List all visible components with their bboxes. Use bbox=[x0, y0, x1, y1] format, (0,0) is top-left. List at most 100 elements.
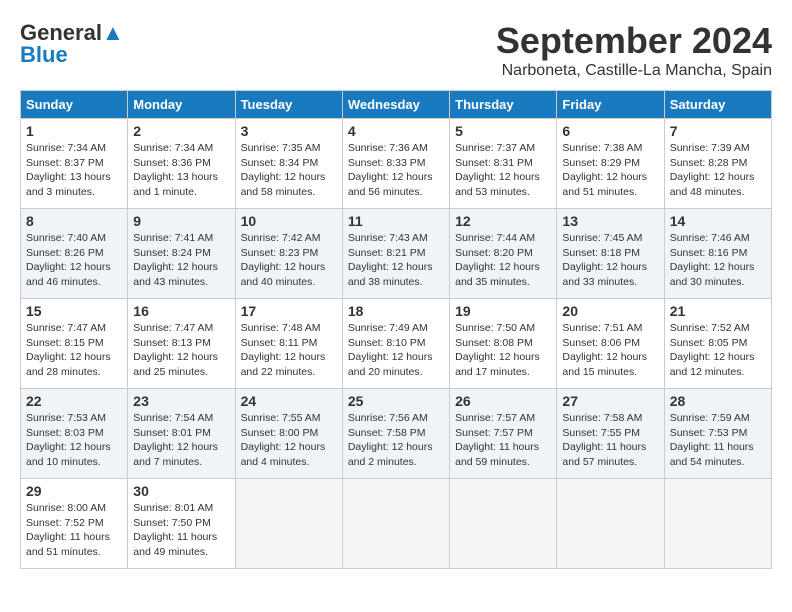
day-info: Sunrise: 7:45 AMSunset: 8:18 PMDaylight:… bbox=[562, 231, 658, 290]
day-number: 17 bbox=[241, 303, 337, 319]
weekday-header-monday: Monday bbox=[128, 91, 235, 119]
calendar-week-row: 1 Sunrise: 7:34 AMSunset: 8:37 PMDaylight… bbox=[21, 119, 772, 209]
weekday-header-sunday: Sunday bbox=[21, 91, 128, 119]
day-number: 22 bbox=[26, 393, 122, 409]
calendar-cell: 17 Sunrise: 7:48 AMSunset: 8:11 PMDayligh… bbox=[235, 299, 342, 389]
calendar-cell bbox=[557, 479, 664, 569]
day-info: Sunrise: 7:40 AMSunset: 8:26 PMDaylight:… bbox=[26, 231, 122, 290]
weekday-header-wednesday: Wednesday bbox=[342, 91, 449, 119]
day-info: Sunrise: 7:35 AMSunset: 8:34 PMDaylight:… bbox=[241, 141, 337, 200]
calendar-cell: 2Sunrise: 7:34 AMSunset: 8:36 PMDaylight… bbox=[128, 119, 235, 209]
day-info: Sunrise: 7:43 AMSunset: 8:21 PMDaylight:… bbox=[348, 231, 444, 290]
calendar-cell: 1 Sunrise: 7:34 AMSunset: 8:37 PMDaylight… bbox=[21, 119, 128, 209]
day-info: Sunrise: 7:36 AMSunset: 8:33 PMDaylight:… bbox=[348, 141, 444, 200]
calendar-cell: 19 Sunrise: 7:50 AMSunset: 8:08 PMDayligh… bbox=[450, 299, 557, 389]
calendar-cell: 28 Sunrise: 7:59 AMSunset: 7:53 PMDayligh… bbox=[664, 389, 771, 479]
day-number: 2 bbox=[133, 123, 229, 139]
day-info: Sunrise: 7:55 AMSunset: 8:00 PMDaylight:… bbox=[241, 411, 337, 470]
day-info: Sunrise: 7:58 AMSunset: 7:55 PMDaylight:… bbox=[562, 411, 658, 470]
day-info: Sunrise: 7:54 AMSunset: 8:01 PMDaylight:… bbox=[133, 411, 229, 470]
day-info: Sunrise: 7:46 AMSunset: 8:16 PMDaylight:… bbox=[670, 231, 766, 290]
calendar-cell: 18Sunrise: 7:49 AMSunset: 8:10 PMDayligh… bbox=[342, 299, 449, 389]
day-number: 21 bbox=[670, 303, 766, 319]
day-info: Sunrise: 8:00 AMSunset: 7:52 PMDaylight:… bbox=[26, 501, 122, 560]
calendar-cell: 16 Sunrise: 7:47 AMSunset: 8:13 PMDayligh… bbox=[128, 299, 235, 389]
day-info: Sunrise: 7:48 AMSunset: 8:11 PMDaylight:… bbox=[241, 321, 337, 380]
day-number: 12 bbox=[455, 213, 551, 229]
day-number: 3 bbox=[241, 123, 337, 139]
calendar-cell: 12 Sunrise: 7:44 AMSunset: 8:20 PMDayligh… bbox=[450, 209, 557, 299]
day-number: 16 bbox=[133, 303, 229, 319]
day-number: 7 bbox=[670, 123, 766, 139]
day-info: Sunrise: 7:49 AMSunset: 8:10 PMDaylight:… bbox=[348, 321, 444, 380]
weekday-header-tuesday: Tuesday bbox=[235, 91, 342, 119]
day-number: 20 bbox=[562, 303, 658, 319]
calendar-cell: 27 Sunrise: 7:58 AMSunset: 7:55 PMDayligh… bbox=[557, 389, 664, 479]
day-number: 14 bbox=[670, 213, 766, 229]
day-info: Sunrise: 7:44 AMSunset: 8:20 PMDaylight:… bbox=[455, 231, 551, 290]
day-info: Sunrise: 8:01 AMSunset: 7:50 PMDaylight:… bbox=[133, 501, 229, 560]
day-number: 1 bbox=[26, 123, 122, 139]
day-info: Sunrise: 7:42 AMSunset: 8:23 PMDaylight:… bbox=[241, 231, 337, 290]
calendar-cell bbox=[450, 479, 557, 569]
calendar-cell: 29 Sunrise: 8:00 AMSunset: 7:52 PMDayligh… bbox=[21, 479, 128, 569]
calendar-cell: 22 Sunrise: 7:53 AMSunset: 8:03 PMDayligh… bbox=[21, 389, 128, 479]
day-info: Sunrise: 7:59 AMSunset: 7:53 PMDaylight:… bbox=[670, 411, 766, 470]
day-info: Sunrise: 7:34 AMSunset: 8:37 PMDaylight:… bbox=[26, 141, 122, 200]
calendar-week-row: 15 Sunrise: 7:47 AMSunset: 8:15 PMDayligh… bbox=[21, 299, 772, 389]
calendar-cell: 25 Sunrise: 7:56 AMSunset: 7:58 PMDayligh… bbox=[342, 389, 449, 479]
day-info: Sunrise: 7:47 AMSunset: 8:15 PMDaylight:… bbox=[26, 321, 122, 380]
day-number: 29 bbox=[26, 483, 122, 499]
calendar-week-row: 22 Sunrise: 7:53 AMSunset: 8:03 PMDayligh… bbox=[21, 389, 772, 479]
day-info: Sunrise: 7:37 AMSunset: 8:31 PMDaylight:… bbox=[455, 141, 551, 200]
logo-blue-text: Blue bbox=[20, 42, 68, 68]
day-info: Sunrise: 7:56 AMSunset: 7:58 PMDaylight:… bbox=[348, 411, 444, 470]
calendar-cell: 3 Sunrise: 7:35 AMSunset: 8:34 PMDaylight… bbox=[235, 119, 342, 209]
day-info: Sunrise: 7:53 AMSunset: 8:03 PMDaylight:… bbox=[26, 411, 122, 470]
calendar-cell: 7 Sunrise: 7:39 AMSunset: 8:28 PMDaylight… bbox=[664, 119, 771, 209]
location-title: Narboneta, Castille-La Mancha, Spain bbox=[496, 62, 772, 80]
calendar-cell: 5Sunrise: 7:37 AMSunset: 8:31 PMDaylight… bbox=[450, 119, 557, 209]
calendar-week-row: 8 Sunrise: 7:40 AMSunset: 8:26 PMDaylight… bbox=[21, 209, 772, 299]
calendar-cell bbox=[235, 479, 342, 569]
calendar-cell: 26 Sunrise: 7:57 AMSunset: 7:57 PMDayligh… bbox=[450, 389, 557, 479]
page-header: General▲ Blue September 2024 Narboneta, … bbox=[20, 20, 772, 80]
calendar-table: SundayMondayTuesdayWednesdayThursdayFrid… bbox=[20, 90, 772, 569]
calendar-cell: 21 Sunrise: 7:52 AMSunset: 8:05 PMDayligh… bbox=[664, 299, 771, 389]
day-number: 15 bbox=[26, 303, 122, 319]
day-number: 25 bbox=[348, 393, 444, 409]
day-info: Sunrise: 7:50 AMSunset: 8:08 PMDaylight:… bbox=[455, 321, 551, 380]
day-number: 19 bbox=[455, 303, 551, 319]
day-number: 11 bbox=[348, 213, 444, 229]
calendar-cell: 13Sunrise: 7:45 AMSunset: 8:18 PMDayligh… bbox=[557, 209, 664, 299]
day-number: 27 bbox=[562, 393, 658, 409]
calendar-cell: 30 Sunrise: 8:01 AMSunset: 7:50 PMDayligh… bbox=[128, 479, 235, 569]
logo: General▲ Blue bbox=[20, 20, 124, 68]
day-number: 28 bbox=[670, 393, 766, 409]
day-number: 30 bbox=[133, 483, 229, 499]
day-number: 4 bbox=[348, 123, 444, 139]
day-info: Sunrise: 7:47 AMSunset: 8:13 PMDaylight:… bbox=[133, 321, 229, 380]
calendar-cell: 8 Sunrise: 7:40 AMSunset: 8:26 PMDaylight… bbox=[21, 209, 128, 299]
day-info: Sunrise: 7:38 AMSunset: 8:29 PMDaylight:… bbox=[562, 141, 658, 200]
day-number: 6 bbox=[562, 123, 658, 139]
calendar-cell: 4 Sunrise: 7:36 AMSunset: 8:33 PMDaylight… bbox=[342, 119, 449, 209]
day-info: Sunrise: 7:52 AMSunset: 8:05 PMDaylight:… bbox=[670, 321, 766, 380]
calendar-cell bbox=[342, 479, 449, 569]
calendar-cell: 23Sunrise: 7:54 AMSunset: 8:01 PMDayligh… bbox=[128, 389, 235, 479]
day-info: Sunrise: 7:39 AMSunset: 8:28 PMDaylight:… bbox=[670, 141, 766, 200]
calendar-cell: 11 Sunrise: 7:43 AMSunset: 8:21 PMDayligh… bbox=[342, 209, 449, 299]
month-title: September 2024 bbox=[496, 20, 772, 62]
weekday-header-thursday: Thursday bbox=[450, 91, 557, 119]
weekday-header-friday: Friday bbox=[557, 91, 664, 119]
day-number: 9 bbox=[133, 213, 229, 229]
calendar-cell: 6 Sunrise: 7:38 AMSunset: 8:29 PMDaylight… bbox=[557, 119, 664, 209]
calendar-week-row: 29 Sunrise: 8:00 AMSunset: 7:52 PMDayligh… bbox=[21, 479, 772, 569]
calendar-cell bbox=[664, 479, 771, 569]
calendar-cell: 20Sunrise: 7:51 AMSunset: 8:06 PMDayligh… bbox=[557, 299, 664, 389]
day-number: 8 bbox=[26, 213, 122, 229]
day-info: Sunrise: 7:57 AMSunset: 7:57 PMDaylight:… bbox=[455, 411, 551, 470]
weekday-header-saturday: Saturday bbox=[664, 91, 771, 119]
day-number: 26 bbox=[455, 393, 551, 409]
day-info: Sunrise: 7:41 AMSunset: 8:24 PMDaylight:… bbox=[133, 231, 229, 290]
